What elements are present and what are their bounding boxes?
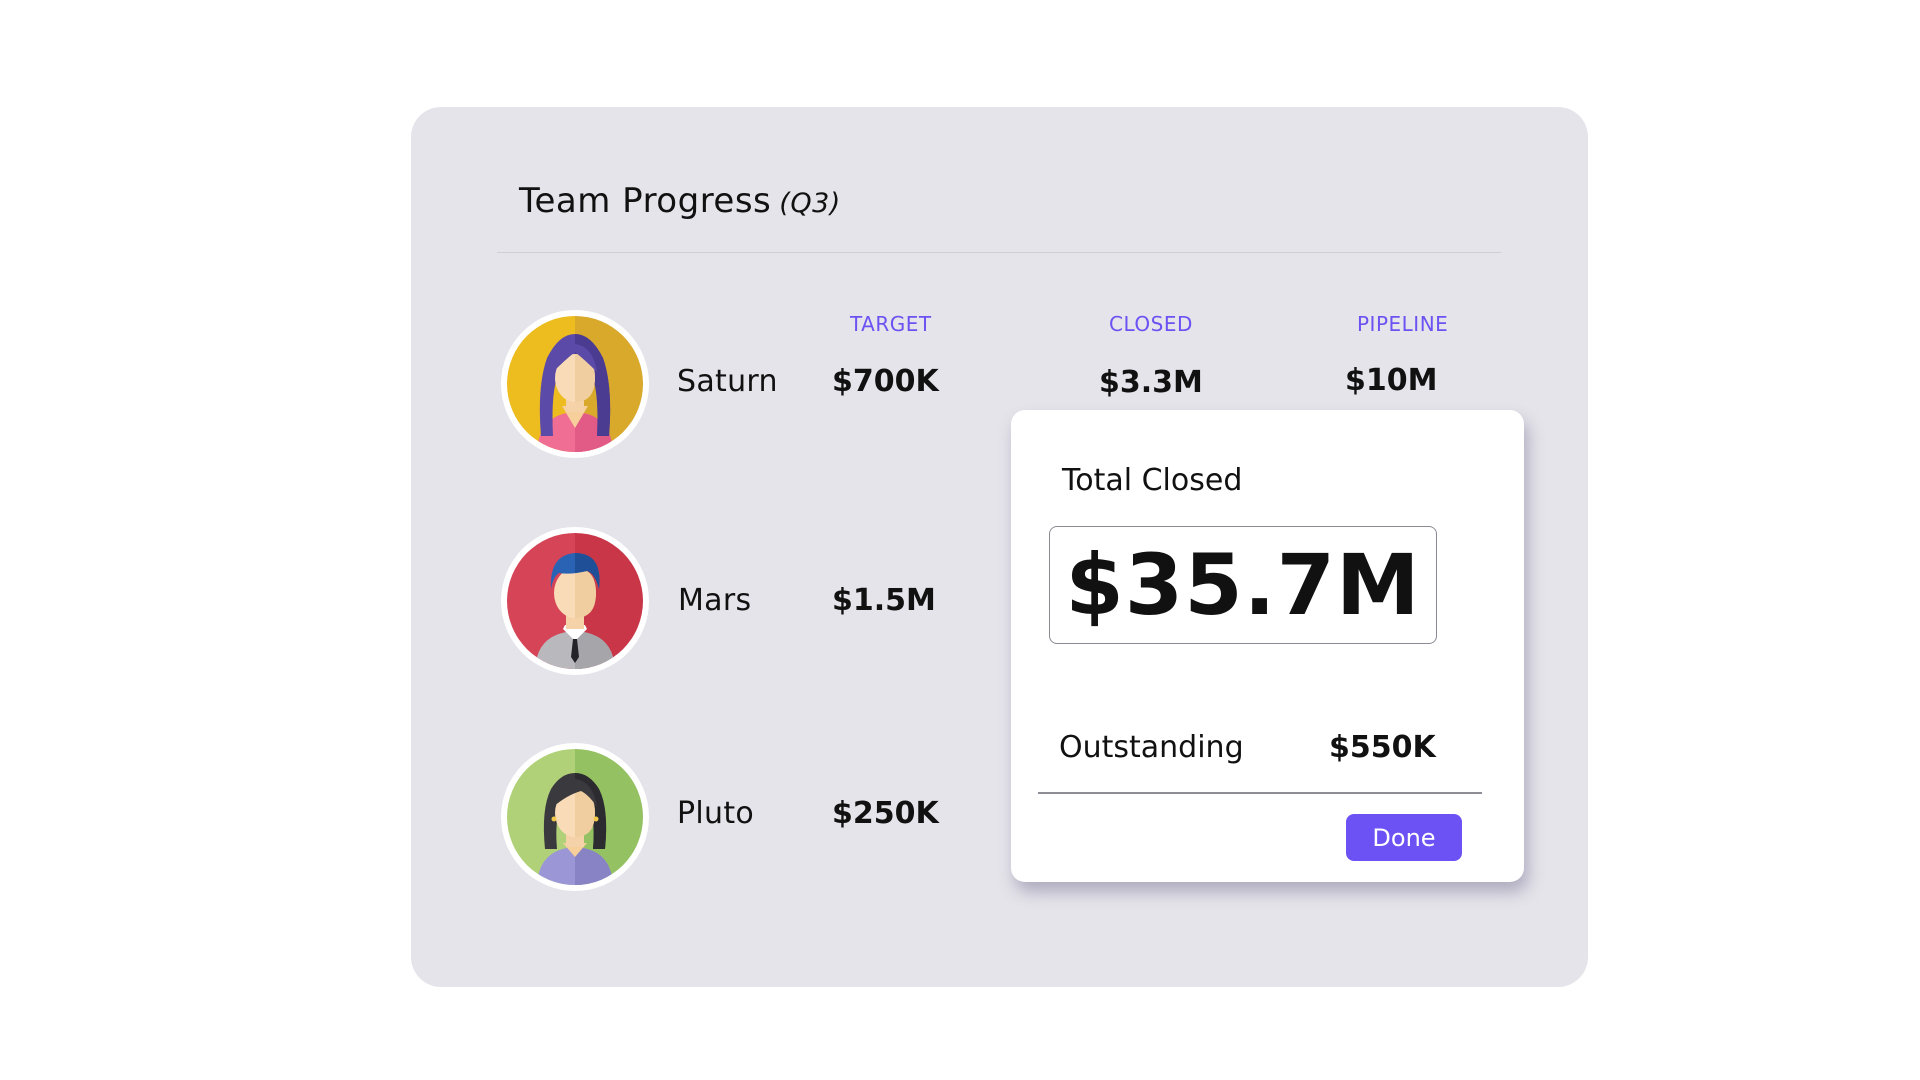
target-value-pluto: $250K [832,796,939,831]
avatar-saturn [501,310,649,458]
woman-avatar-icon [507,749,643,885]
total-closed-box: $35.7M [1049,526,1437,644]
column-header-pipeline: PIPELINE [1357,312,1449,336]
done-button[interactable]: Done [1346,814,1462,861]
popover-title: Total Closed [1062,463,1243,498]
page-title: Team Progress (Q3) [519,181,841,221]
closed-value-saturn: $3.3M [1099,365,1203,400]
woman-avatar-icon [507,316,643,452]
pipeline-value-saturn: $10M [1345,363,1438,398]
outstanding-value: $550K [1329,730,1436,765]
total-closed-value: $35.7M [1065,536,1421,634]
column-header-target: TARGET [850,312,932,336]
man-avatar-icon [507,533,643,669]
member-name-pluto: Pluto [677,796,755,831]
title-divider [497,252,1501,253]
member-name-saturn: Saturn [677,364,778,399]
column-header-closed: CLOSED [1109,312,1193,336]
quarter-label: (Q3) [779,188,841,219]
member-name-mars: Mars [678,583,752,618]
target-value-saturn: $700K [832,364,939,399]
page-title-text: Team Progress [519,181,772,221]
popover-divider [1038,792,1482,794]
outstanding-label: Outstanding [1059,730,1244,765]
avatar-pluto [501,743,649,891]
total-closed-popover: Total Closed $35.7M Outstanding $550K Do… [1011,410,1524,882]
avatar-mars [501,527,649,675]
target-value-mars: $1.5M [832,583,936,618]
